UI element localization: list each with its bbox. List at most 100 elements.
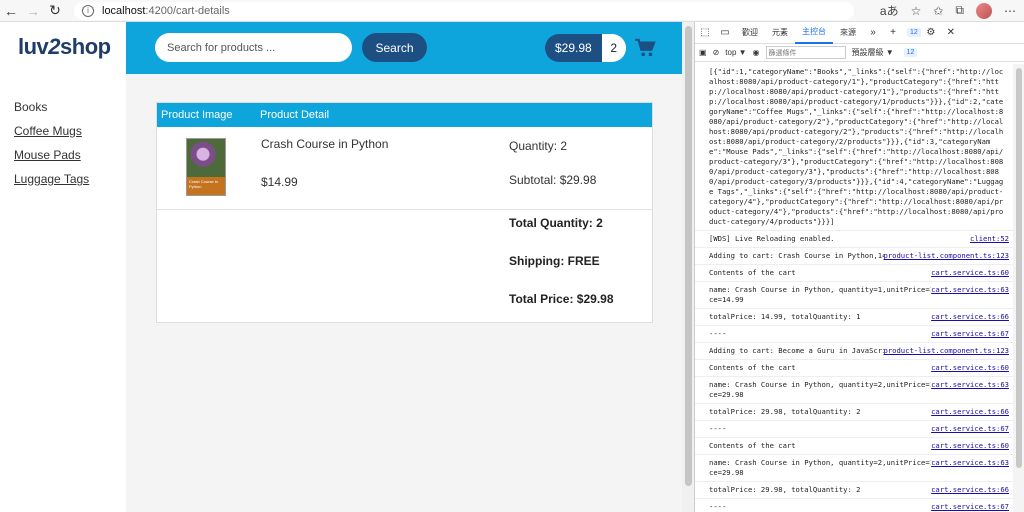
browser-actions: aあ ☆ ✩ ⧉ ⋯: [880, 2, 1016, 19]
logo[interactable]: luv2shop: [18, 34, 111, 60]
add-tab-icon[interactable]: +: [886, 27, 900, 38]
sidebar: luv2shop Books Coffee Mugs Mouse Pads Lu…: [0, 22, 126, 512]
console-message: totalPrice: 29.98, totalQuantity: 2: [709, 407, 861, 416]
console-message: totalPrice: 29.98, totalQuantity: 2: [709, 485, 861, 494]
tab-sources[interactable]: 來源: [833, 22, 863, 44]
tab-welcome[interactable]: 歡迎: [735, 22, 765, 44]
category-coffee-mugs[interactable]: Coffee Mugs: [14, 124, 89, 138]
sidebar-toggle-icon[interactable]: ▣: [699, 48, 707, 57]
console-source-link[interactable]: cart.service.ts:60: [931, 441, 1009, 451]
console-source-link[interactable]: cart.service.ts:63: [931, 285, 1009, 295]
console-source-link[interactable]: cart.service.ts:66: [931, 407, 1009, 417]
category-books[interactable]: Books: [14, 100, 89, 114]
url-path: :4200/cart-details: [145, 4, 230, 17]
devtools-tabs: ⬚ ▭ 歡迎 元素 主控台 來源 » + 12 ⚙ ✕: [695, 22, 1024, 44]
profile-avatar[interactable]: [976, 2, 992, 19]
console-entry: ---- cart.service.ts:67: [695, 499, 1013, 512]
product-name: Crash Course in Python: [261, 137, 389, 151]
console-entry: totalPrice: 29.98, totalQuantity: 2 cart.…: [695, 404, 1013, 421]
page-scrollbar[interactable]: [682, 22, 694, 512]
cart-quantity: 2: [601, 34, 626, 62]
console-entry: Contents of the cart cart.service.ts:60: [695, 360, 1013, 377]
devtools-panel: ⬚ ▭ 歡迎 元素 主控台 來源 » + 12 ⚙ ✕ ▣ ⊘ top ▼ ◉ …: [694, 22, 1024, 512]
log-levels-select[interactable]: 預設層級 ▼: [852, 47, 894, 58]
tab-elements[interactable]: 元素: [765, 22, 795, 44]
console-source-link[interactable]: cart.service.ts:63: [931, 458, 1009, 468]
cart-total-amount: $29.98: [545, 34, 602, 62]
console-entry: totalPrice: 29.98, totalQuantity: 2 cart.…: [695, 482, 1013, 499]
address-bar[interactable]: i localhost:4200/cart-details: [74, 1, 854, 20]
console-scrollbar[interactable]: [1013, 64, 1024, 512]
settings-gear-icon[interactable]: ⚙: [924, 27, 938, 38]
more-menu-icon[interactable]: ⋯: [1004, 4, 1016, 18]
console-source-link[interactable]: client:52: [970, 234, 1009, 244]
console-source-link[interactable]: cart.service.ts:60: [931, 363, 1009, 373]
eye-icon[interactable]: ◉: [753, 48, 760, 57]
context-select[interactable]: top ▼: [725, 48, 746, 57]
console-toolbar: ▣ ⊘ top ▼ ◉ 篩選條件 預設層級 ▼ 12: [695, 44, 1024, 62]
info-icon[interactable]: i: [82, 4, 94, 17]
collections-icon[interactable]: ⧉: [955, 3, 964, 18]
category-mouse-pads[interactable]: Mouse Pads: [14, 148, 89, 162]
console-source-link[interactable]: product-list.component.ts:123: [883, 251, 1009, 261]
console-message: Contents of the cart: [709, 363, 796, 372]
total-price: Total Price: $29.98: [509, 292, 614, 306]
console-entry: name: Crash Course in Python, quantity=2…: [695, 455, 1013, 482]
console-entry: [{"id":1,"categoryName":"Books","_links"…: [695, 64, 1013, 231]
console-source-link[interactable]: cart.service.ts:66: [931, 312, 1009, 322]
inspect-icon[interactable]: ⬚: [698, 27, 712, 38]
console-entry: Adding to cart: Become a Guru in JavaScr…: [695, 343, 1013, 360]
issues-badge[interactable]: 12: [907, 28, 921, 37]
console-filter-input[interactable]: 篩選條件: [765, 46, 846, 59]
console-entry: Adding to cart: Crash Course in Python,1…: [695, 248, 1013, 265]
console-entry: Contents of the cart cart.service.ts:60: [695, 438, 1013, 455]
device-toggle-icon[interactable]: ▭: [718, 27, 732, 38]
console-source-link[interactable]: cart.service.ts:67: [931, 502, 1009, 512]
tab-console[interactable]: 主控台: [795, 22, 833, 44]
shipping: Shipping: FREE: [509, 254, 600, 268]
back-icon[interactable]: ←: [0, 0, 22, 22]
search-input[interactable]: [155, 33, 352, 62]
app-header: Search $29.98 2: [126, 22, 682, 74]
close-icon[interactable]: ✕: [944, 27, 958, 38]
category-menu: Books Coffee Mugs Mouse Pads Luggage Tag…: [14, 100, 89, 196]
read-aloud-icon[interactable]: aあ: [880, 2, 899, 19]
shopping-cart-icon[interactable]: [634, 38, 656, 58]
console-entry: Contents of the cart cart.service.ts:60: [695, 265, 1013, 282]
browser-toolbar: ← → ↻ i localhost:4200/cart-details aあ ☆…: [0, 0, 1024, 22]
console-entry: ---- cart.service.ts:67: [695, 421, 1013, 438]
reload-icon[interactable]: ↻: [44, 0, 66, 22]
product-cover-title: Crash Course in Python: [189, 179, 218, 189]
console-source-link[interactable]: cart.service.ts:66: [931, 485, 1009, 495]
url-host: localhost: [102, 4, 146, 17]
console-entry: ---- cart.service.ts:67: [695, 326, 1013, 343]
issues-badge-secondary[interactable]: 12: [903, 48, 918, 57]
search-button[interactable]: Search: [362, 33, 427, 62]
console-message: Contents of the cart: [709, 441, 796, 450]
divider: [157, 209, 652, 210]
category-luggage-tags[interactable]: Luggage Tags: [14, 172, 89, 186]
console-message: totalPrice: 14.99, totalQuantity: 1: [709, 312, 861, 321]
app-page: luv2shop Books Coffee Mugs Mouse Pads Lu…: [0, 22, 682, 512]
product-image: Crash Course in Python: [186, 138, 226, 196]
product-subtotal: Subtotal: $29.98: [509, 173, 597, 187]
console-entry: [WDS] Live Reloading enabled. client:52: [695, 231, 1013, 248]
console-message: Contents of the cart: [709, 268, 796, 277]
console-source-link[interactable]: cart.service.ts:63: [931, 380, 1009, 390]
console-source-link[interactable]: cart.service.ts:67: [931, 329, 1009, 339]
console-entry: name: Crash Course in Python, quantity=2…: [695, 377, 1013, 404]
console-source-link[interactable]: cart.service.ts:67: [931, 424, 1009, 434]
product-price: $14.99: [261, 175, 298, 189]
forward-icon[interactable]: →: [22, 0, 44, 22]
favorite-star-icon[interactable]: ☆: [911, 4, 922, 18]
column-header-detail: Product Detail: [260, 109, 330, 121]
favorites-icon[interactable]: ✩: [933, 4, 943, 18]
total-quantity: Total Quantity: 2: [509, 216, 603, 230]
console-message: ----: [709, 424, 727, 433]
cart-details-table: Product Image Product Detail Crash Cours…: [156, 102, 653, 323]
clear-console-icon[interactable]: ⊘: [713, 48, 720, 57]
console-source-link[interactable]: cart.service.ts:60: [931, 268, 1009, 278]
cart-status[interactable]: $29.98 2: [545, 34, 626, 62]
console-source-link[interactable]: product-list.component.ts:123: [883, 346, 1009, 356]
more-tabs-icon[interactable]: »: [866, 27, 880, 38]
